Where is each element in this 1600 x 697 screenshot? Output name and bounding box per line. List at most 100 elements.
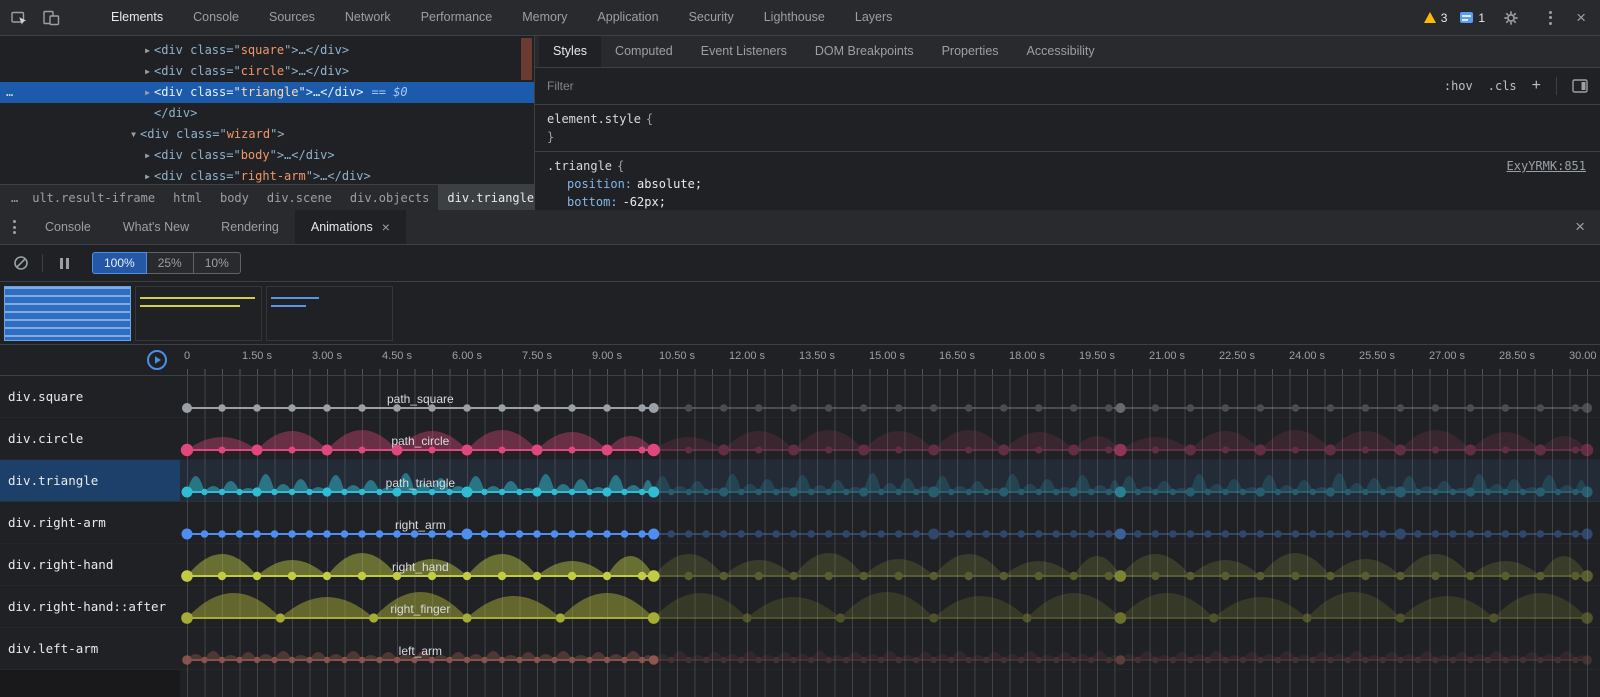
breadcrumb-item-objects[interactable]: div.objects (341, 185, 438, 211)
settings-gear-icon[interactable] (1498, 5, 1524, 31)
tab-memory[interactable]: Memory (507, 0, 582, 35)
animation-row-selector[interactable]: div.right-hand (0, 544, 180, 585)
animation-row-div-circle[interactable]: path_circle div.circle (0, 418, 1600, 460)
close-drawer-icon[interactable]: × (1560, 210, 1600, 244)
drawer-menu-icon[interactable] (0, 210, 29, 244)
drawer-tab-whats-new[interactable]: What's New (107, 210, 205, 244)
rule-selector[interactable]: .triangle (547, 159, 612, 173)
animation-row-selector[interactable]: div.circle (0, 418, 180, 459)
tab-network[interactable]: Network (330, 0, 406, 35)
device-toolbar-icon[interactable] (38, 5, 64, 31)
tab-sources[interactable]: Sources (254, 0, 330, 35)
toggle-sidebar-icon[interactable] (1572, 79, 1588, 93)
tab-computed[interactable]: Computed (601, 36, 687, 67)
tab-lighthouse[interactable]: Lighthouse (749, 0, 840, 35)
keyframe-track[interactable] (0, 502, 1600, 544)
tab-performance[interactable]: Performance (406, 0, 508, 35)
keyframe-track[interactable] (0, 460, 1600, 502)
pseudo-hov-button[interactable]: :hov (1444, 79, 1473, 93)
keyframe-track[interactable] (0, 418, 1600, 460)
keyframe-track[interactable] (0, 628, 1600, 670)
ruler-label: 4.50 s (382, 350, 412, 362)
breadcrumb-item-scene[interactable]: div.scene (258, 185, 341, 211)
animation-row-div-right-hand[interactable]: right_hand div.right-hand (0, 544, 1600, 586)
ruler-label: 13.50 s (799, 350, 835, 362)
element-class-button[interactable]: .cls (1488, 79, 1517, 93)
new-style-rule-button[interactable]: + (1532, 77, 1541, 95)
close-devtools-icon[interactable]: × (1576, 9, 1586, 26)
animation-row-div-square[interactable]: path_square div.square (0, 376, 1600, 418)
more-actions-icon[interactable]: … (6, 82, 14, 103)
replay-button[interactable] (146, 349, 168, 371)
tab-properties[interactable]: Properties (928, 36, 1013, 67)
pause-all-icon[interactable] (52, 251, 76, 275)
css-property-row[interactable]: bottom:-62px; (535, 193, 1600, 210)
playback-rate-25-button[interactable]: 25% (146, 252, 194, 274)
breadcrumb-item-iframe[interactable]: ult.result-iframe (23, 185, 164, 211)
drawer-tab-console[interactable]: Console (29, 210, 107, 244)
playback-rate-100-button[interactable]: 100% (92, 252, 147, 274)
tab-security[interactable]: Security (674, 0, 749, 35)
tab-console[interactable]: Console (178, 0, 254, 35)
dom-row-right-arm[interactable]: ▶<div class="right-arm">…</div> (0, 166, 534, 184)
animation-row-selector[interactable]: div.triangle (0, 460, 180, 501)
animation-group-preview-1[interactable] (4, 286, 131, 341)
animation-group-preview-3[interactable] (266, 286, 393, 341)
drawer-tab-animations[interactable]: Animations × (295, 210, 406, 244)
tab-layers[interactable]: Layers (840, 0, 908, 35)
collapse-arrow-icon[interactable]: ▼ (127, 124, 140, 145)
dom-row-body[interactable]: ▶<div class="body">…</div> (0, 145, 534, 166)
keyframe-track[interactable] (0, 376, 1600, 418)
warnings-badge[interactable]: 3 (1424, 11, 1448, 25)
animation-row-selector[interactable]: div.left-arm (0, 628, 180, 669)
animation-row-div-right-arm[interactable]: right_arm div.right-arm (0, 502, 1600, 544)
animation-row-div-right-hand-after[interactable]: right_finger div.right-hand::after (0, 586, 1600, 628)
issues-badge[interactable]: 1 (1460, 11, 1485, 25)
tab-dom-breakpoints[interactable]: DOM Breakpoints (801, 36, 928, 67)
dom-row-circle[interactable]: ▶<div class="circle">…</div> (0, 61, 534, 82)
animation-row-div-triangle[interactable]: path_triangle div.triangle (0, 460, 1600, 502)
ruler-label: 3.00 s (312, 350, 342, 362)
expand-arrow-icon[interactable]: ▶ (141, 166, 154, 184)
keyframe-track[interactable] (0, 586, 1600, 628)
breadcrumb-item-html[interactable]: html (164, 185, 211, 211)
expand-arrow-icon[interactable]: ▶ (141, 40, 154, 61)
styles-filter-input[interactable] (547, 79, 867, 93)
tab-elements[interactable]: Elements (96, 0, 178, 35)
drawer-tab-rendering[interactable]: Rendering (205, 210, 295, 244)
breadcrumb-item-body[interactable]: body (211, 185, 258, 211)
expand-arrow-icon[interactable]: ▶ (141, 61, 154, 82)
inspect-icon[interactable] (6, 5, 32, 31)
clear-all-icon[interactable] (9, 251, 33, 275)
rule-selector[interactable]: element.style (547, 112, 641, 126)
playback-rate-10-button[interactable]: 10% (193, 252, 241, 274)
animation-row-selector[interactable]: div.right-hand::after (0, 586, 180, 627)
animation-row-selector[interactable]: div.right-arm (0, 502, 180, 543)
devtools-window: Elements Console Sources Network Perform… (0, 0, 1600, 697)
tab-accessibility[interactable]: Accessibility (1013, 36, 1109, 67)
breadcrumb-item-triangle-selected[interactable]: div.triangle (438, 185, 534, 211)
dom-row-closing-div[interactable]: </div> (0, 103, 534, 124)
animation-row-div-left-arm[interactable]: left_arm div.left-arm (0, 628, 1600, 670)
dom-row-square[interactable]: ▶<div class="square">…</div> (0, 40, 534, 61)
ruler-label: 19.50 s (1079, 350, 1115, 362)
dom-row-triangle-selected[interactable]: … ▶<div class="triangle">…</div>== $0 (0, 82, 534, 103)
dom-tree-scrollbar[interactable] (521, 38, 532, 80)
dom-row-wizard[interactable]: ▼<div class="wizard"> (0, 124, 534, 145)
tab-event-listeners[interactable]: Event Listeners (687, 36, 801, 67)
stylesheet-source-link[interactable]: ExyYRMK:851 (1507, 157, 1600, 175)
close-tab-icon[interactable]: × (382, 210, 390, 244)
tab-application[interactable]: Application (582, 0, 673, 35)
styles-rules-list[interactable]: element.style{ } .triangle{ ExyYRMK:851 … (535, 105, 1600, 210)
dom-tree[interactable]: ▶<div class="square">…</div> ▶<div class… (0, 36, 534, 184)
expand-arrow-icon[interactable]: ▶ (141, 145, 154, 166)
breadcrumb-overflow-icon[interactable]: … (6, 191, 23, 205)
animation-row-selector[interactable]: div.square (0, 376, 180, 417)
animation-row-selector-empty (0, 670, 180, 697)
css-property-row[interactable]: position:absolute; (535, 175, 1600, 193)
animation-group-preview-2[interactable] (135, 286, 262, 341)
keyframe-track[interactable] (0, 544, 1600, 586)
tab-styles[interactable]: Styles (539, 36, 601, 67)
expand-arrow-icon[interactable]: ▶ (141, 82, 154, 103)
more-options-icon[interactable] (1537, 5, 1563, 31)
